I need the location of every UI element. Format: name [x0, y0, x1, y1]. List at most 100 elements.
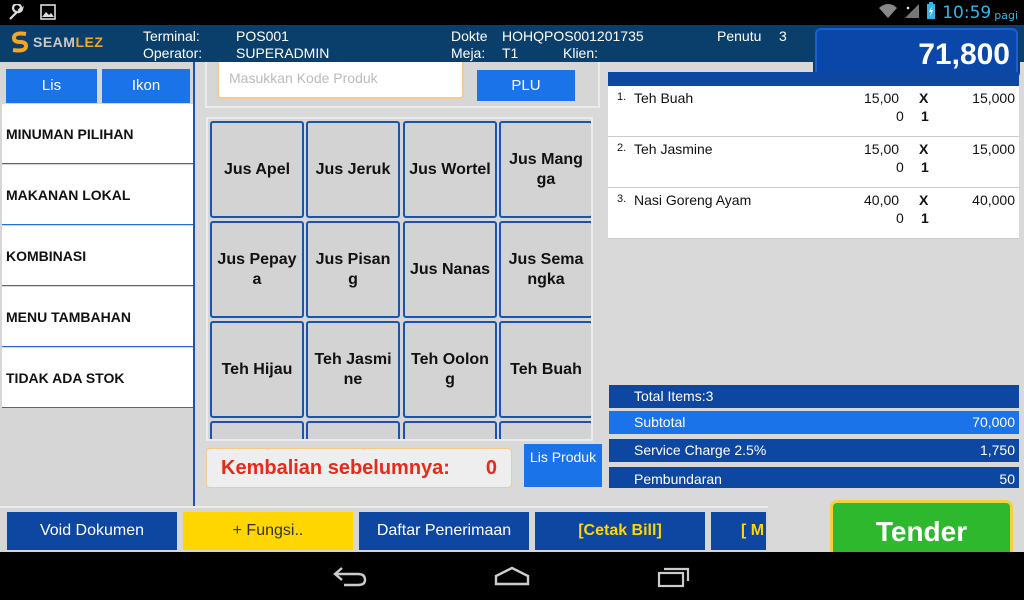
product-grid: Jus Apel Jus Jeruk Jus Wortel Jus Mangga… — [206, 117, 593, 441]
image-icon — [40, 4, 56, 27]
order-list: 1. Teh Buah 15,00 0 X 1 15,000 2. Teh Ja… — [608, 86, 1019, 239]
order-item-name: Teh Buah — [634, 90, 694, 106]
status-bar: 10:59 pagi — [0, 0, 1024, 25]
receipt-list-button[interactable]: Daftar Penerimaan — [359, 512, 529, 550]
previous-change-value: 0 — [485, 457, 497, 479]
order-item-price-cont: 0 — [896, 210, 904, 226]
product-button[interactable]: Jus Nanas — [403, 221, 497, 318]
order-item-price-cont: 0 — [896, 108, 904, 124]
previous-change-label: Kembalian sebelumnya: — [221, 457, 450, 479]
service-charge-label: Service Charge 2.5% — [634, 442, 767, 458]
order-list-header — [608, 72, 1019, 86]
order-item-price-cont: 0 — [896, 159, 904, 175]
recent-apps-icon[interactable] — [656, 564, 692, 593]
product-button[interactable] — [306, 421, 400, 439]
rounding-row: Pembundaran 50 — [609, 467, 1019, 488]
total-items-label: Total Items:3 — [634, 388, 714, 404]
terminal-value: POS001 — [236, 28, 289, 44]
clock-period: pagi — [994, 8, 1018, 22]
order-item-price: 15,00 — [864, 90, 900, 106]
product-button[interactable] — [403, 421, 497, 439]
order-item-number: 3. — [617, 193, 627, 205]
guests-label: Penutu — [717, 28, 762, 44]
category-minuman-pilihan[interactable]: MINUMAN PILIHAN — [2, 104, 193, 164]
product-button[interactable]: Jus Mangga — [499, 121, 591, 218]
logo-s-icon — [10, 31, 30, 53]
table-label: Meja: — [451, 45, 486, 61]
system-nav-bar — [0, 552, 1024, 600]
category-panel: Lis Ikon MINUMAN PILIHAN MAKANAN LOKAL K… — [0, 62, 195, 508]
void-document-button[interactable]: Void Dokumen — [7, 512, 177, 550]
terminal-label: Terminal: — [143, 28, 200, 44]
rounding-value: 50 — [999, 471, 1015, 487]
battery-charging-icon — [926, 2, 936, 24]
list-view-tab[interactable]: Lis — [6, 69, 97, 103]
previous-change-display: Kembalian sebelumnya: 0 — [206, 448, 512, 488]
order-item-times: X — [919, 90, 929, 106]
product-button[interactable]: Jus Wortel — [403, 121, 497, 218]
client-label: Klien: — [563, 45, 599, 61]
category-kombinasi[interactable]: KOMBINASI — [2, 226, 193, 286]
category-tidak-ada-stok[interactable]: TIDAK ADA STOK — [2, 348, 193, 408]
category-makanan-lokal[interactable]: MAKANAN LOKAL — [2, 165, 193, 225]
subtotal-value: 70,000 — [972, 414, 1015, 430]
guests-value: 3 — [779, 28, 787, 44]
order-row[interactable]: 3. Nasi Goreng Ayam 40,00 0 X 1 40,000 — [608, 188, 1019, 239]
subtotal-row: Subtotal 70,000 — [609, 411, 1019, 434]
order-item-name: Teh Jasmine — [634, 141, 713, 157]
brand-logo: SEAMLEZ — [10, 31, 103, 53]
order-row[interactable]: 2. Teh Jasmine 15,00 0 X 1 15,000 — [608, 137, 1019, 188]
product-button[interactable] — [210, 421, 304, 439]
rounding-label: Pembundaran — [634, 471, 722, 487]
order-item-amount: 15,000 — [972, 90, 1015, 106]
product-button[interactable]: Teh Oolong — [403, 321, 497, 418]
product-button[interactable]: Jus Jeruk — [306, 121, 400, 218]
wifi-icon — [878, 3, 898, 23]
back-icon[interactable] — [332, 564, 368, 593]
product-list-button[interactable]: Lis Produk — [524, 444, 602, 487]
service-charge-row: Service Charge 2.5% 1,750 — [609, 439, 1019, 462]
order-item-price: 15,00 — [864, 141, 900, 157]
order-item-number: 2. — [617, 142, 627, 154]
product-button[interactable]: Teh Buah — [499, 321, 591, 418]
brand-part2: LEZ — [75, 34, 104, 50]
product-button[interactable]: Jus Pepaya — [210, 221, 304, 318]
order-item-qty: 1 — [921, 210, 929, 226]
clock-time: 10:59 — [942, 3, 992, 23]
order-item-qty: 1 — [921, 108, 929, 124]
order-item-amount: 15,000 — [972, 141, 1015, 157]
more-functions-button[interactable]: + Fungsi.. — [183, 512, 353, 550]
order-item-qty: 1 — [921, 159, 929, 175]
service-charge-value: 1,750 — [979, 442, 1015, 458]
icon-view-tab[interactable]: Ikon — [102, 69, 190, 103]
order-item-amount: 40,000 — [972, 192, 1015, 208]
table-value: T1 — [502, 45, 519, 61]
product-button[interactable]: Teh Jasmine — [306, 321, 400, 418]
tender-button[interactable]: Tender — [830, 500, 1013, 552]
order-item-times: X — [919, 192, 929, 208]
partial-function-button[interactable]: [ M — [711, 512, 766, 550]
home-icon[interactable] — [494, 564, 530, 593]
product-button[interactable]: Jus Pisang — [306, 221, 400, 318]
product-button[interactable]: Jus Semangka — [499, 221, 591, 318]
product-button[interactable]: Teh Hijau — [210, 321, 304, 418]
total-items-row: Total Items:3 — [609, 385, 1019, 408]
order-item-price: 40,00 — [864, 192, 900, 208]
order-item-number: 1. — [617, 91, 627, 103]
doc-value: HOHQPOS001201735 — [502, 28, 644, 44]
category-menu-tambahan[interactable]: MENU TAMBAHAN — [2, 287, 193, 347]
wrench-icon — [8, 2, 26, 27]
order-item-times: X — [919, 141, 929, 157]
product-button[interactable] — [499, 421, 591, 439]
print-bill-button[interactable]: [Cetak Bill] — [535, 512, 705, 550]
product-code-input[interactable]: Masukkan Kode Produk — [217, 62, 464, 99]
order-row[interactable]: 1. Teh Buah 15,00 0 X 1 15,000 — [608, 86, 1019, 137]
signal-icon — [904, 3, 920, 23]
operator-label: Operator: — [143, 45, 203, 61]
brand-part1: SEAM — [33, 34, 76, 50]
doc-label: Dokte — [451, 28, 488, 44]
product-button[interactable]: Jus Apel — [210, 121, 304, 218]
order-item-name: Nasi Goreng Ayam — [634, 192, 752, 208]
plu-button[interactable]: PLU — [477, 70, 575, 101]
operator-value: SUPERADMIN — [236, 45, 330, 61]
